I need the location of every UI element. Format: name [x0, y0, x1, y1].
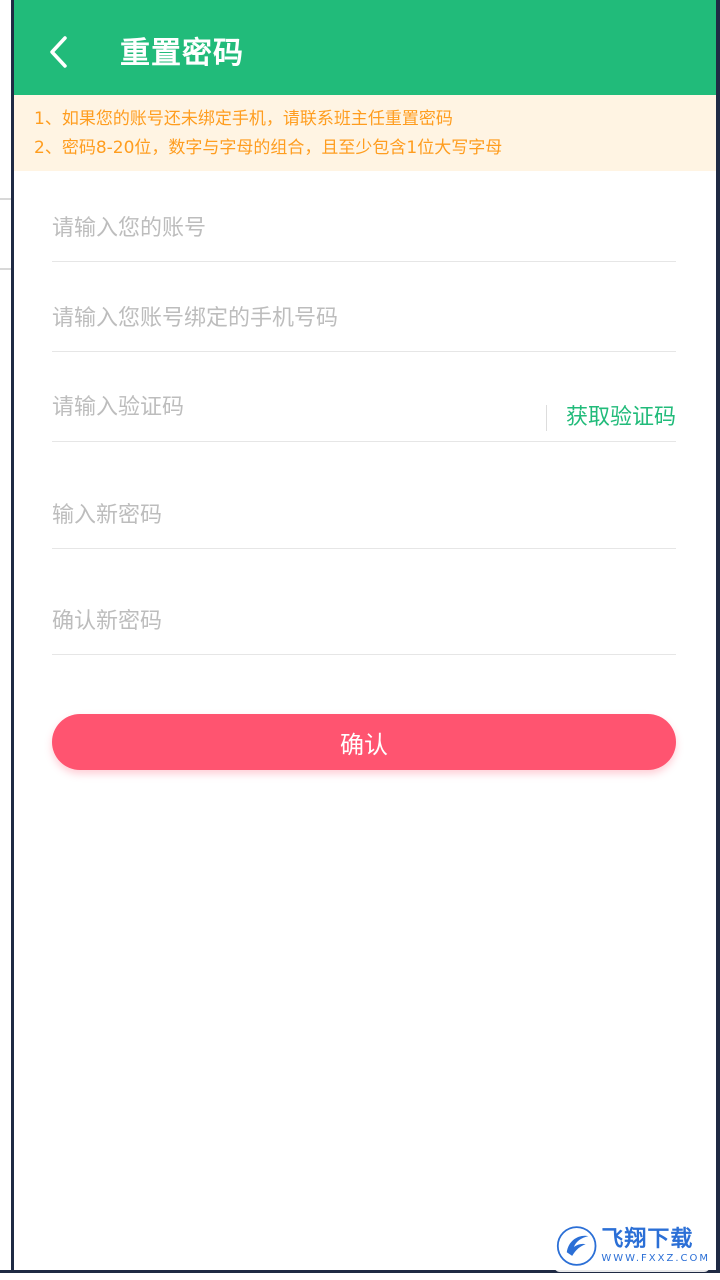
page-title: 重置密码	[120, 36, 244, 71]
account-input[interactable]	[52, 196, 676, 261]
new-password-field	[52, 482, 676, 549]
frame-tick	[0, 198, 11, 200]
password-rules-notice: 1、如果您的账号还未绑定手机，请联系班主任重置密码 2、密码8-20位，数字与字…	[14, 95, 716, 171]
verification-code-field: 获取验证码	[52, 374, 676, 442]
watermark-text: 飞翔下载 WWW.FXXZ.COM	[601, 1227, 710, 1265]
device-frame-right	[716, 0, 720, 1280]
new-password-input[interactable]	[52, 482, 676, 548]
app-header: 重置密码	[14, 0, 716, 95]
frame-tick	[0, 268, 11, 270]
fxxz-logo-icon	[556, 1226, 597, 1266]
notice-line: 2、密码8-20位，数字与字母的组合，且至少包含1位大写字母	[34, 138, 503, 158]
confirm-password-field	[52, 588, 676, 655]
phone-input[interactable]	[52, 285, 676, 351]
back-button[interactable]	[36, 30, 80, 74]
watermark-sub: WWW.FXXZ.COM	[601, 1253, 710, 1264]
device-frame-left	[0, 0, 14, 1280]
confirm-button[interactable]: 确认	[52, 714, 676, 770]
notice-line: 1、如果您的账号还未绑定手机，请联系班主任重置密码	[34, 109, 453, 129]
verification-code-input[interactable]	[52, 374, 532, 441]
watermark-main: 飞翔下载	[601, 1227, 694, 1252]
code-divider	[546, 405, 547, 431]
chevron-left-icon	[50, 36, 67, 68]
get-code-button[interactable]: 获取验证码	[566, 402, 676, 434]
account-field	[52, 196, 676, 262]
confirm-password-input[interactable]	[52, 588, 676, 654]
reset-password-screen: 重置密码 1、如果您的账号还未绑定手机，请联系班主任重置密码 2、密码8-20位…	[14, 0, 716, 1270]
watermark: 飞翔下载 WWW.FXXZ.COM	[554, 1220, 710, 1272]
phone-field	[52, 285, 676, 352]
